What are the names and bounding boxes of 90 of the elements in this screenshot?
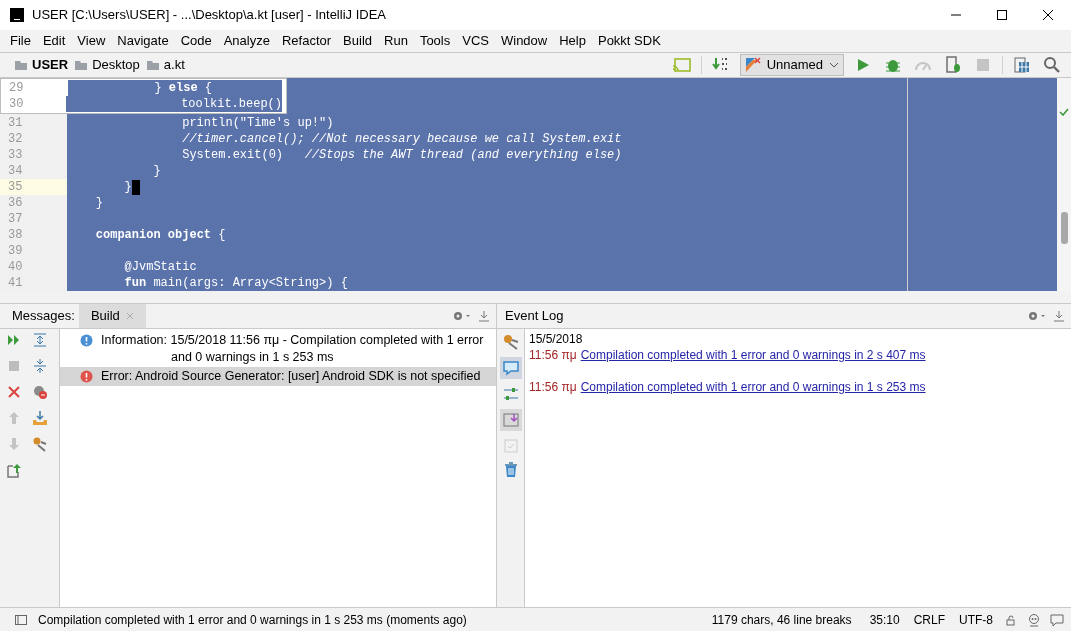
- line-number: 40: [7, 259, 24, 275]
- code-line: companion object {: [94, 227, 226, 243]
- collapse-all-icon[interactable]: [31, 358, 48, 374]
- message-row[interactable]: Information: 15/5/2018 11:56 πμ - Compilation completed with 1 error and 0 warnings in 1 s 253 ms: [60, 331, 496, 367]
- menu-item[interactable]: VCS: [456, 31, 495, 51]
- char-count: 1179 chars, 46 line breaks: [711, 611, 852, 629]
- line-number: 41: [7, 275, 24, 291]
- check-icon: [1059, 108, 1069, 116]
- message-row[interactable]: Error: Android Source Generator: [user] Android SDK is not specified: [60, 367, 496, 386]
- line-number: 35: [0, 179, 67, 195]
- wrench-icon[interactable]: [31, 436, 48, 452]
- line-number: 38: [7, 227, 24, 243]
- code-line: }: [94, 195, 103, 211]
- line-number: 33: [7, 147, 24, 163]
- menu-item[interactable]: Navigate: [111, 31, 175, 51]
- scrollbar-thumb[interactable]: [1060, 212, 1068, 244]
- log-time: 11:56 πμ: [529, 347, 577, 363]
- panel-toggle-icon[interactable]: [14, 612, 28, 627]
- breadcrumb[interactable]: a.kt: [145, 55, 185, 75]
- stop-icon[interactable]: [6, 358, 22, 374]
- menu-item[interactable]: Code: [174, 31, 218, 51]
- line-number: 39: [7, 243, 24, 259]
- log-message-link[interactable]: Compilation completed with 1 error and 0 warnings in 1 s 253 ms: [580, 379, 926, 395]
- folder-icon: [145, 59, 160, 71]
- code-line: @JvmStatic: [123, 259, 197, 275]
- code-comment: //timer.cancel(); //Not necessary because we call System.exit: [181, 131, 622, 147]
- hide-panel-icon[interactable]: [478, 310, 490, 322]
- settings-icon[interactable]: [1027, 310, 1047, 322]
- kotlin-icon: [744, 57, 761, 73]
- folder-icon: [74, 59, 89, 71]
- sliders-icon[interactable]: [501, 385, 520, 403]
- export-icon[interactable]: [6, 462, 22, 478]
- menu-item[interactable]: Edit: [36, 31, 72, 51]
- expand-all-icon[interactable]: [31, 332, 48, 348]
- log-time: 11:56 πμ: [529, 379, 577, 395]
- message-text: and 0 warnings in 1 s 253 ms: [170, 349, 335, 366]
- cursor-position[interactable]: 35:10: [869, 610, 900, 629]
- line-number: 36: [7, 195, 24, 211]
- menu-item[interactable]: Run: [378, 31, 414, 51]
- breadcrumb[interactable]: USER: [14, 55, 69, 75]
- encoding-selector[interactable]: UTF-8: [959, 610, 993, 629]
- menu-item[interactable]: File: [4, 31, 37, 51]
- log-message-link[interactable]: Compilation completed with 1 error and 0 warnings in 2 s 407 ms: [580, 347, 926, 363]
- speech-bubble-icon[interactable]: [1049, 612, 1065, 627]
- log-date: 15/5/2018: [529, 331, 583, 347]
- menu-item[interactable]: Refactor: [275, 31, 338, 51]
- menu-item[interactable]: Help: [553, 31, 592, 51]
- app-logo-icon: [10, 8, 24, 22]
- lock-icon[interactable]: [1005, 613, 1017, 626]
- menu-item[interactable]: Tools: [413, 31, 457, 51]
- line-separator-selector[interactable]: CRLF: [913, 610, 945, 629]
- download-icon[interactable]: [31, 410, 48, 426]
- filter-errors-icon[interactable]: [31, 384, 48, 400]
- speech-bubble-icon[interactable]: [499, 357, 522, 379]
- menu-item[interactable]: Build: [337, 31, 378, 51]
- window-title: USER [C:\Users\USER] - ...\Desktop\a.kt [user] - IntelliJ IDEA: [32, 6, 386, 25]
- menu-item[interactable]: Window: [494, 31, 554, 51]
- folder-icon: [14, 59, 28, 71]
- message-text: Information: 15/5/2018 11:56 πμ - Compilation completed with 1 error: [101, 332, 484, 349]
- line-number: 32: [7, 131, 24, 147]
- rerun-icon[interactable]: [6, 332, 22, 348]
- chevron-down-icon: [829, 62, 839, 68]
- run-configuration-dropdown[interactable]: Unnamed: [739, 54, 844, 76]
- menu-item[interactable]: View: [71, 31, 112, 51]
- line-number: 31: [7, 115, 24, 131]
- breadcrumb[interactable]: Desktop: [74, 55, 140, 75]
- panel-title: Event Log: [504, 307, 564, 326]
- panel-tab[interactable]: Build: [78, 304, 146, 328]
- panel-label: Messages:: [11, 307, 76, 326]
- hide-panel-icon[interactable]: [1053, 310, 1065, 322]
- close-icon: [1042, 9, 1054, 21]
- info-icon: [80, 334, 93, 347]
- settings-icon[interactable]: [452, 310, 472, 322]
- close-icon[interactable]: [6, 384, 22, 400]
- scroll-to-end-icon[interactable]: [499, 409, 522, 431]
- code-line: System.exit(0) //Stops the AWT thread (and everything else): [181, 147, 622, 163]
- menu-item[interactable]: Analyze: [217, 31, 276, 51]
- close-icon[interactable]: [125, 312, 134, 320]
- maximize-icon: [996, 9, 1008, 21]
- code-line: fun main(args: Array<String>) {: [123, 275, 348, 291]
- line-number: 34: [7, 163, 24, 179]
- error-icon: [80, 370, 93, 383]
- status-message: Compilation completed with 1 error and 0 warnings in 1 s 253 ms (moments ago): [38, 611, 467, 629]
- wrench-icon[interactable]: [501, 333, 520, 351]
- code-line: println("Time's up!"): [181, 115, 334, 131]
- menu-item[interactable]: Pokkt SDK: [591, 31, 667, 51]
- code-line: }: [123, 179, 132, 195]
- message-text: Error: Android Source Generator: [user] Android SDK is not specified: [101, 368, 481, 385]
- code-line: }: [152, 163, 161, 179]
- line-number: 37: [7, 211, 24, 227]
